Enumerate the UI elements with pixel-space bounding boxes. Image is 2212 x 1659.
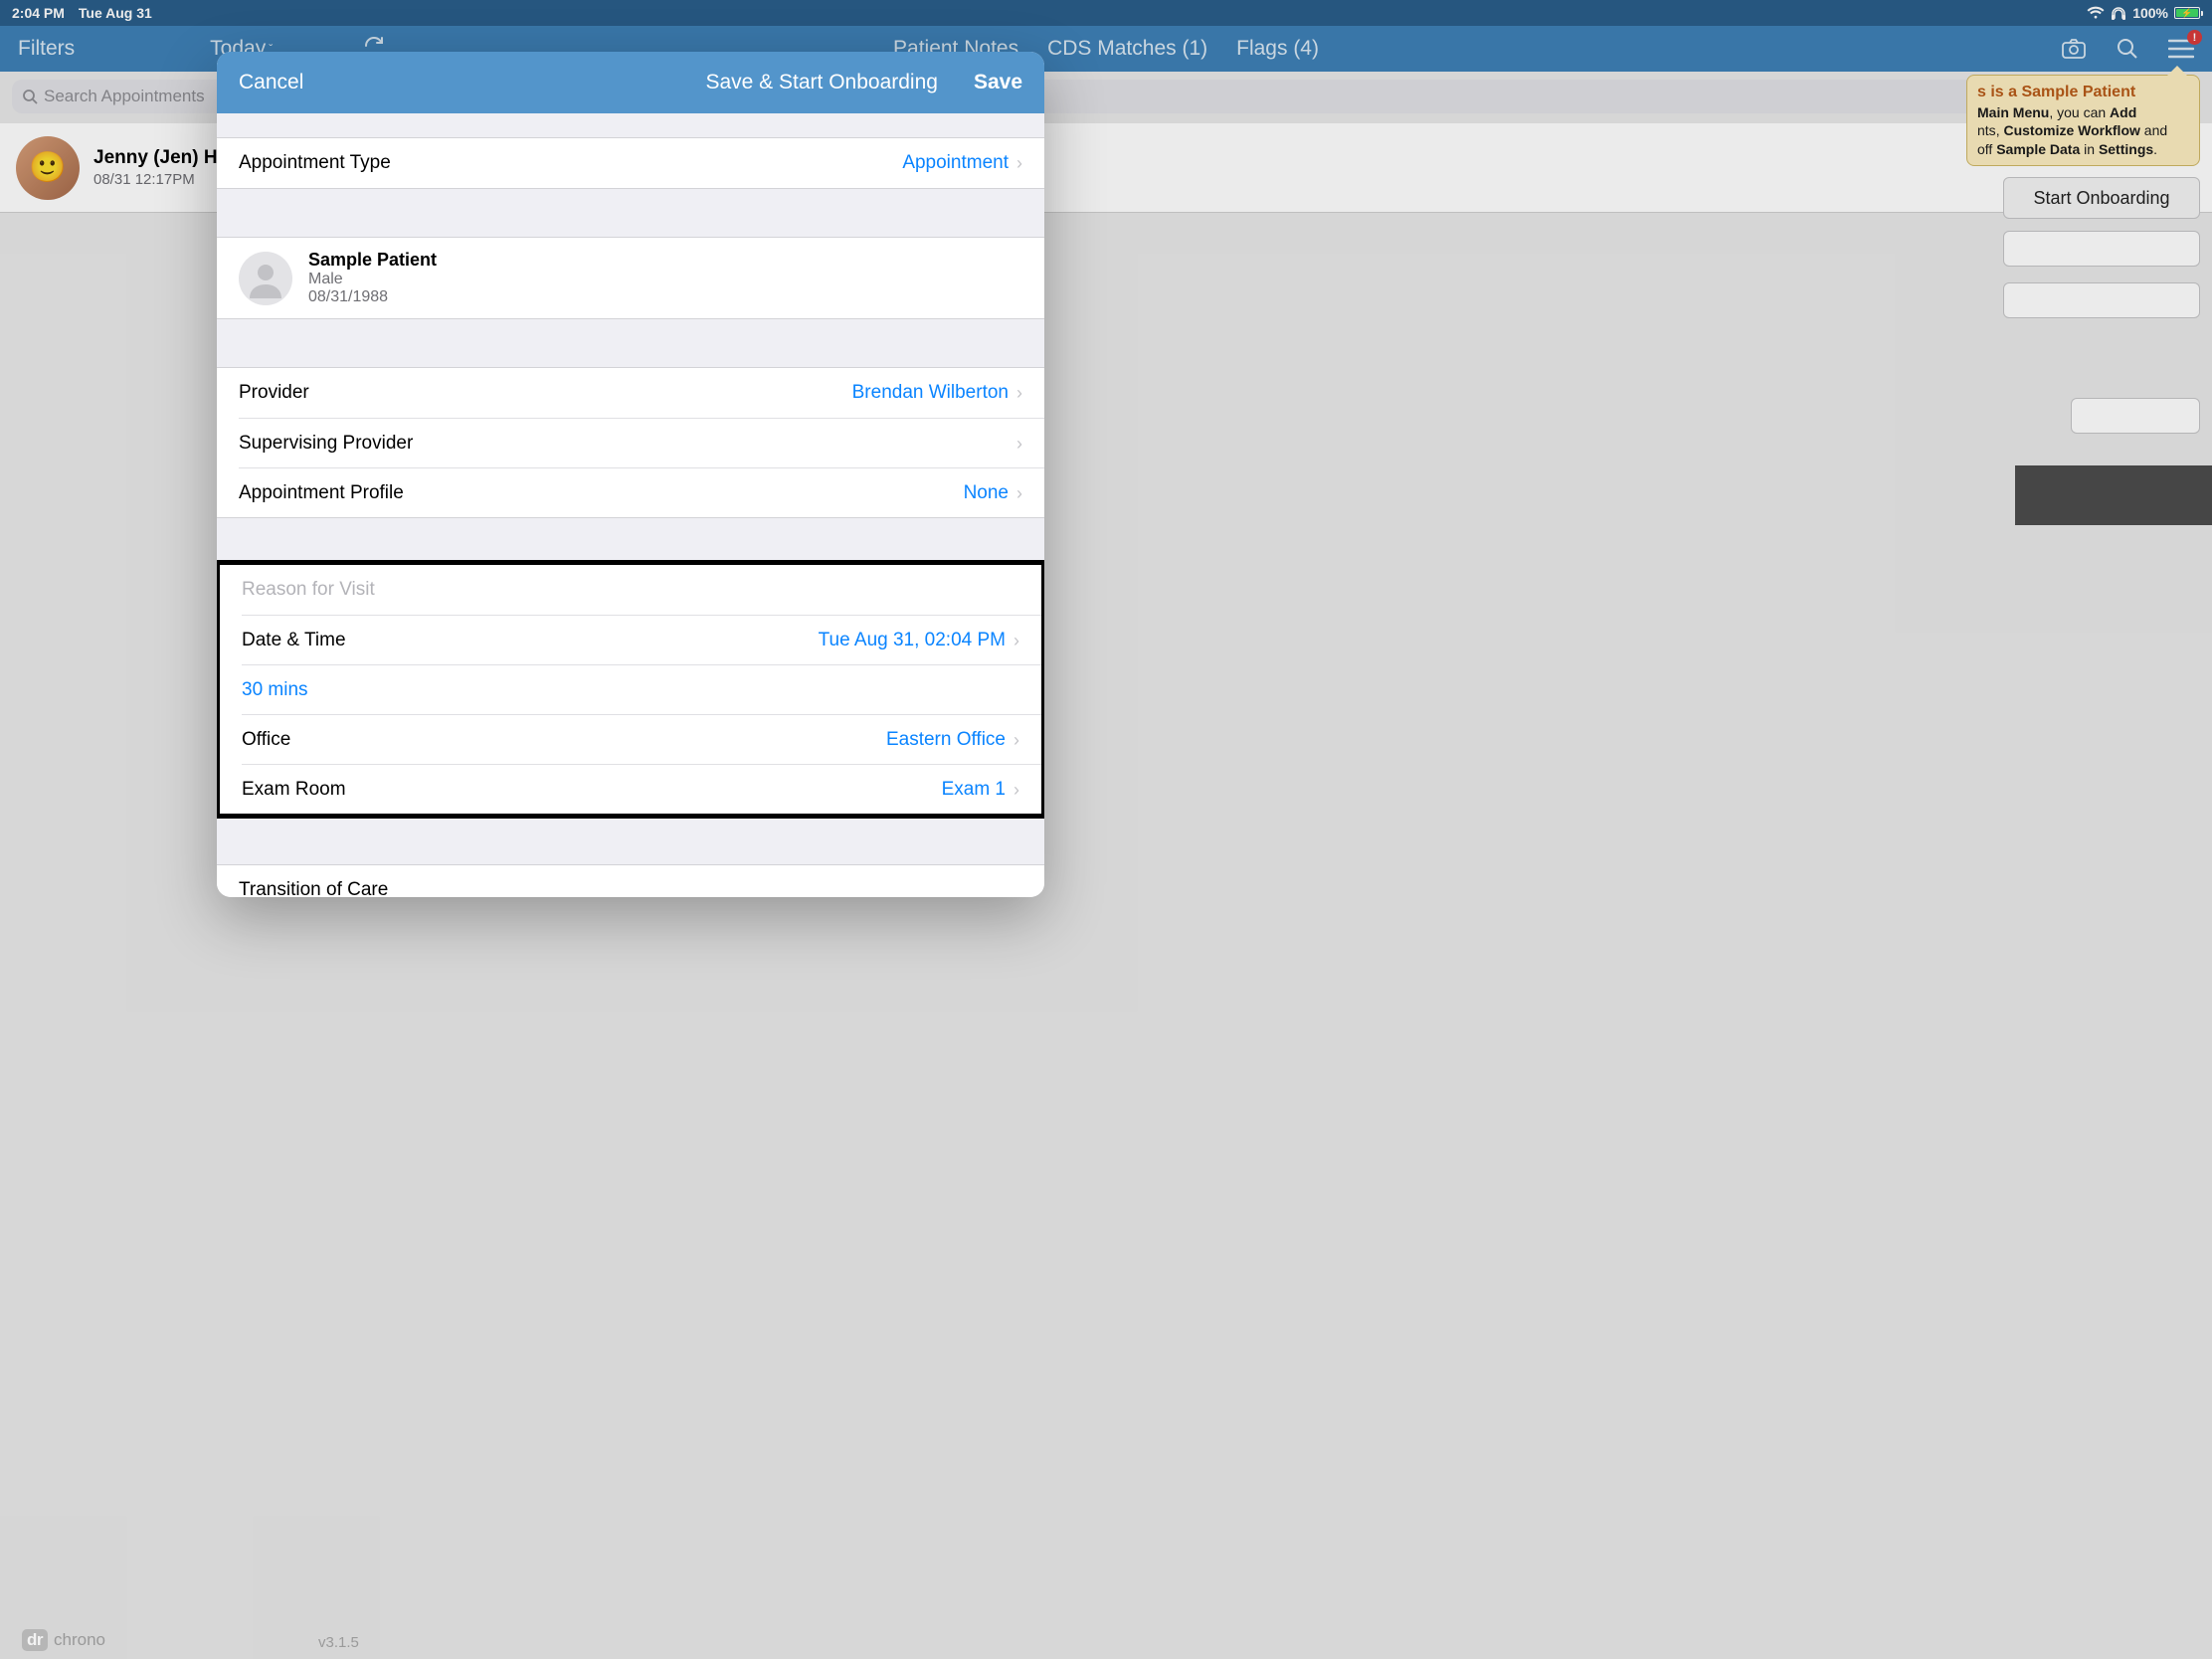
modal-patient-gender: Male [308,271,437,288]
chevron-right-icon: › [1016,435,1022,453]
chevron-right-icon: › [1014,731,1019,749]
row-transition-of-care[interactable]: Transition of Care [217,865,1044,897]
chevron-right-icon: › [1016,384,1022,402]
avatar-placeholder-icon [239,252,292,305]
row-date-time[interactable]: Date & Time Tue Aug 31, 02:04 PM › [242,615,1041,664]
cancel-button[interactable]: Cancel [239,71,303,94]
row-office[interactable]: Office Eastern Office › [242,714,1041,764]
modal-patient-name: Sample Patient [308,250,437,271]
chevron-right-icon: › [1016,484,1022,502]
brand-footer: dr chrono [22,1629,105,1651]
save-start-onboarding-button[interactable]: Save & Start Onboarding [705,71,937,94]
row-provider[interactable]: Provider Brendan Wilberton › [217,368,1044,418]
modal-patient-dob: 08/31/1988 [308,288,437,306]
row-reason-for-visit[interactable]: Reason for Visit [220,565,1041,615]
row-appointment-type[interactable]: Appointment Type Appointment › [217,138,1044,188]
chevron-right-icon: › [1014,632,1019,649]
version-label: v3.1.5 [318,1634,359,1651]
highlighted-section: Reason for Visit Date & Time Tue Aug 31,… [217,560,1044,819]
patient-block[interactable]: Sample Patient Male 08/31/1988 [217,237,1044,319]
appointment-modal: Cancel Save & Start Onboarding Save Appo… [217,52,1044,897]
row-appointment-profile[interactable]: Appointment Profile None › [239,467,1044,517]
chevron-right-icon: › [1014,781,1019,799]
modal-header: Cancel Save & Start Onboarding Save [217,52,1044,113]
save-button[interactable]: Save [974,71,1022,94]
chevron-right-icon: › [1016,154,1022,172]
row-supervising-provider[interactable]: Supervising Provider › [239,418,1044,467]
row-exam-room[interactable]: Exam Room Exam 1 › [242,764,1041,814]
row-duration[interactable]: 30 mins [242,664,1041,714]
